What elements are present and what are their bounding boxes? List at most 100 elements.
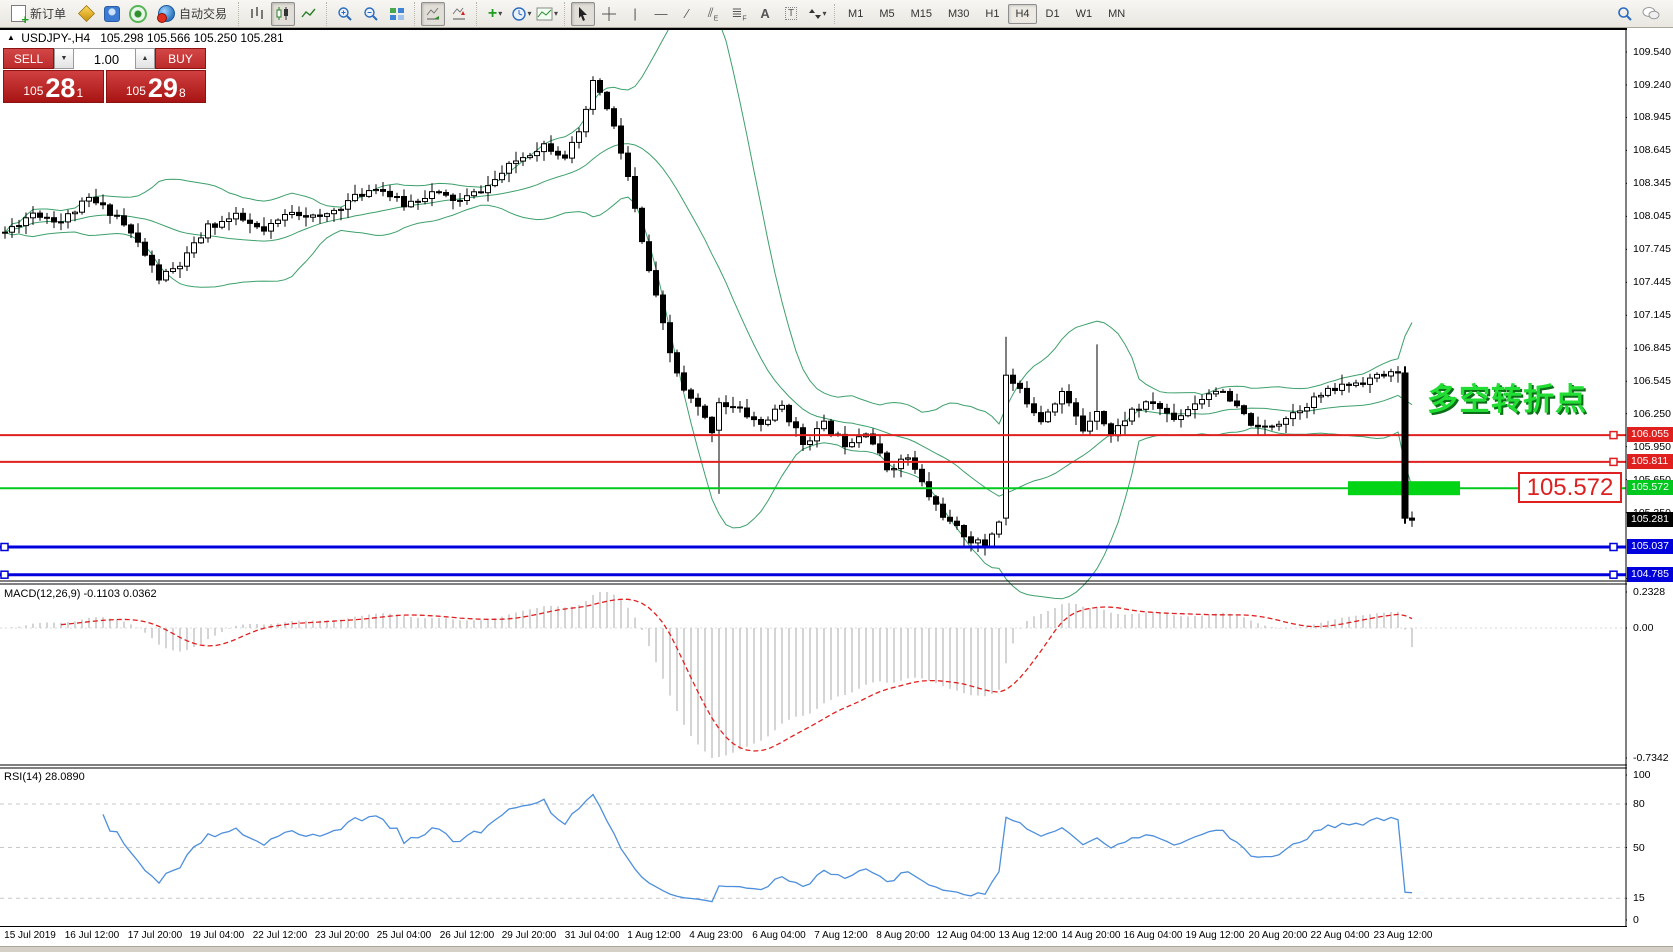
volume-input[interactable] [74, 49, 139, 70]
market-watch-icon [78, 5, 95, 22]
timeframe-m1[interactable]: M1 [841, 4, 870, 24]
time-axis-label: 25 Jul 04:00 [377, 930, 432, 941]
trendline-button[interactable]: ∕ [675, 2, 699, 26]
signals-icon [129, 5, 147, 23]
cursor-icon [576, 6, 591, 22]
time-axis-label: 7 Aug 12:00 [814, 930, 867, 941]
price-tag: 105.037 [1627, 539, 1673, 554]
add-indicator-dropdown-icon: ▾ [498, 9, 502, 18]
arrows-dropdown-icon: ▾ [823, 9, 827, 18]
time-axis-label: 19 Jul 04:00 [190, 930, 245, 941]
axis-tick-label: 0 [1633, 913, 1639, 927]
line-chart-button[interactable] [297, 2, 321, 26]
time-axis-label: 1 Aug 12:00 [627, 930, 680, 941]
time-axis-label: 16 Aug 04:00 [1124, 930, 1183, 941]
auto-trading-button[interactable]: 自动交易 [152, 2, 233, 26]
time-axis-label: 17 Jul 20:00 [128, 930, 183, 941]
zoom-out-button[interactable] [359, 2, 383, 26]
equidistant-channel-button[interactable]: ⫽E [701, 2, 725, 26]
templates-button[interactable]: ▾ [535, 2, 559, 26]
search-button[interactable] [1613, 2, 1637, 26]
price-tag: 105.811 [1627, 454, 1673, 469]
time-axis-label: 19 Aug 12:00 [1186, 930, 1245, 941]
add-indicator-icon: + [488, 6, 497, 22]
volume-up-button[interactable]: ▲ [135, 48, 155, 69]
crosshair-button[interactable] [597, 2, 621, 26]
timeframe-w1[interactable]: W1 [1069, 4, 1100, 24]
time-axis-label: 6 Aug 04:00 [752, 930, 805, 941]
buy-button[interactable]: BUY [155, 48, 206, 69]
price-callout-box[interactable]: 105.572 [1518, 472, 1622, 503]
timeframe-d1[interactable]: D1 [1039, 4, 1067, 24]
toolbar: 新订单 自动交易 [0, 0, 1673, 28]
time-axis-label: 12 Aug 04:00 [937, 930, 996, 941]
time-axis-label: 23 Jul 20:00 [315, 930, 370, 941]
profiles-button[interactable] [100, 2, 124, 26]
bar-chart-button[interactable] [245, 2, 269, 26]
tile-windows-button[interactable] [385, 2, 409, 26]
buy-price-button[interactable]: 105 29 8 [106, 70, 207, 103]
clock-icon [511, 6, 527, 22]
symbol-name: USDJPY-,H4 [21, 31, 90, 45]
annotation-text[interactable]: 多空转折点 [1427, 374, 1587, 419]
horizontal-line-button[interactable]: — [649, 2, 673, 26]
periods-dropdown-icon: ▾ [528, 9, 532, 18]
chart-window: ▲ USDJPY-,H4 105.298 105.566 105.250 105… [0, 28, 1673, 952]
time-axis-label: 15 Jul 2019 [4, 930, 56, 941]
axis-tick-label: 50 [1633, 841, 1645, 855]
timeframe-h4[interactable]: H4 [1008, 4, 1036, 24]
timeframe-m15[interactable]: M15 [904, 4, 939, 24]
timeframe-m5[interactable]: M5 [872, 4, 901, 24]
volume-dropdown-button[interactable]: ▼ [54, 48, 74, 69]
fibonacci-icon: ≣F [731, 5, 746, 23]
axis-tick-label: 108.345 [1633, 176, 1671, 190]
cursor-button[interactable] [571, 2, 595, 26]
vertical-line-button[interactable]: | [623, 2, 647, 26]
time-axis-label: 31 Jul 04:00 [565, 930, 620, 941]
axis-tick-label: 108.645 [1633, 143, 1671, 157]
time-axis-label: 8 Aug 20:00 [876, 930, 929, 941]
price-tag: 105.572 [1627, 480, 1673, 495]
add-indicator-button[interactable]: +▾ [483, 2, 507, 26]
arrows-button[interactable]: ▾ [805, 2, 829, 26]
candlestick-chart-button[interactable] [271, 2, 295, 26]
new-order-button[interactable]: 新订单 [5, 2, 72, 26]
new-order-label: 新订单 [30, 5, 66, 22]
fibonacci-button[interactable]: ≣F [727, 2, 751, 26]
time-axis[interactable]: 15 Jul 201916 Jul 12:0017 Jul 20:0019 Ju… [0, 928, 1673, 946]
sell-price-sup: 1 [76, 86, 83, 100]
text-label-button[interactable]: T [779, 2, 803, 26]
timeframe-mn[interactable]: MN [1101, 4, 1132, 24]
mt4-window: 新订单 自动交易 [0, 0, 1673, 952]
trade-panel-controls: SELL ▼ ▲ BUY [3, 48, 206, 69]
vertical-line-icon: | [633, 6, 636, 21]
zoom-in-icon [337, 6, 353, 22]
price-axis[interactable]: 109.540109.240108.945108.645108.345108.0… [1627, 28, 1673, 927]
sell-price-button[interactable]: 105 28 1 [3, 70, 104, 103]
chart-canvas[interactable] [0, 28, 1673, 927]
zoom-in-button[interactable] [333, 2, 357, 26]
timeframe-m30[interactable]: M30 [941, 4, 976, 24]
timeframe-h1[interactable]: H1 [978, 4, 1006, 24]
axis-tick-label: 109.240 [1633, 78, 1671, 92]
auto-scroll-button[interactable] [421, 2, 445, 26]
templates-dropdown-icon: ▾ [554, 9, 558, 18]
toolbar-group-chart-type [238, 2, 322, 26]
toolbar-group-objects: | — ∕ ⫽E ≣F A T ▾ [564, 2, 830, 26]
chart-shift-button[interactable] [447, 2, 471, 26]
text-label-icon: T [785, 7, 797, 20]
text-button[interactable]: A [753, 2, 777, 26]
sell-button[interactable]: SELL [3, 48, 54, 69]
collapse-icon[interactable]: ▲ [7, 33, 15, 42]
market-watch-button[interactable] [74, 2, 98, 26]
toolbar-group-timeframes: M1M5M15M30H1H4D1W1MN [834, 4, 1133, 24]
signals-button[interactable] [126, 2, 150, 26]
price-tag: 106.055 [1627, 427, 1673, 442]
time-axis-label: 26 Jul 12:00 [440, 930, 495, 941]
time-axis-label: 20 Aug 20:00 [1249, 930, 1308, 941]
periods-button[interactable]: ▾ [509, 2, 533, 26]
sell-price-prefix: 105 [23, 84, 43, 98]
chat-button[interactable] [1639, 2, 1663, 26]
axis-tick-label: 0.2328 [1633, 585, 1665, 599]
buy-price-sup: 8 [179, 86, 186, 100]
